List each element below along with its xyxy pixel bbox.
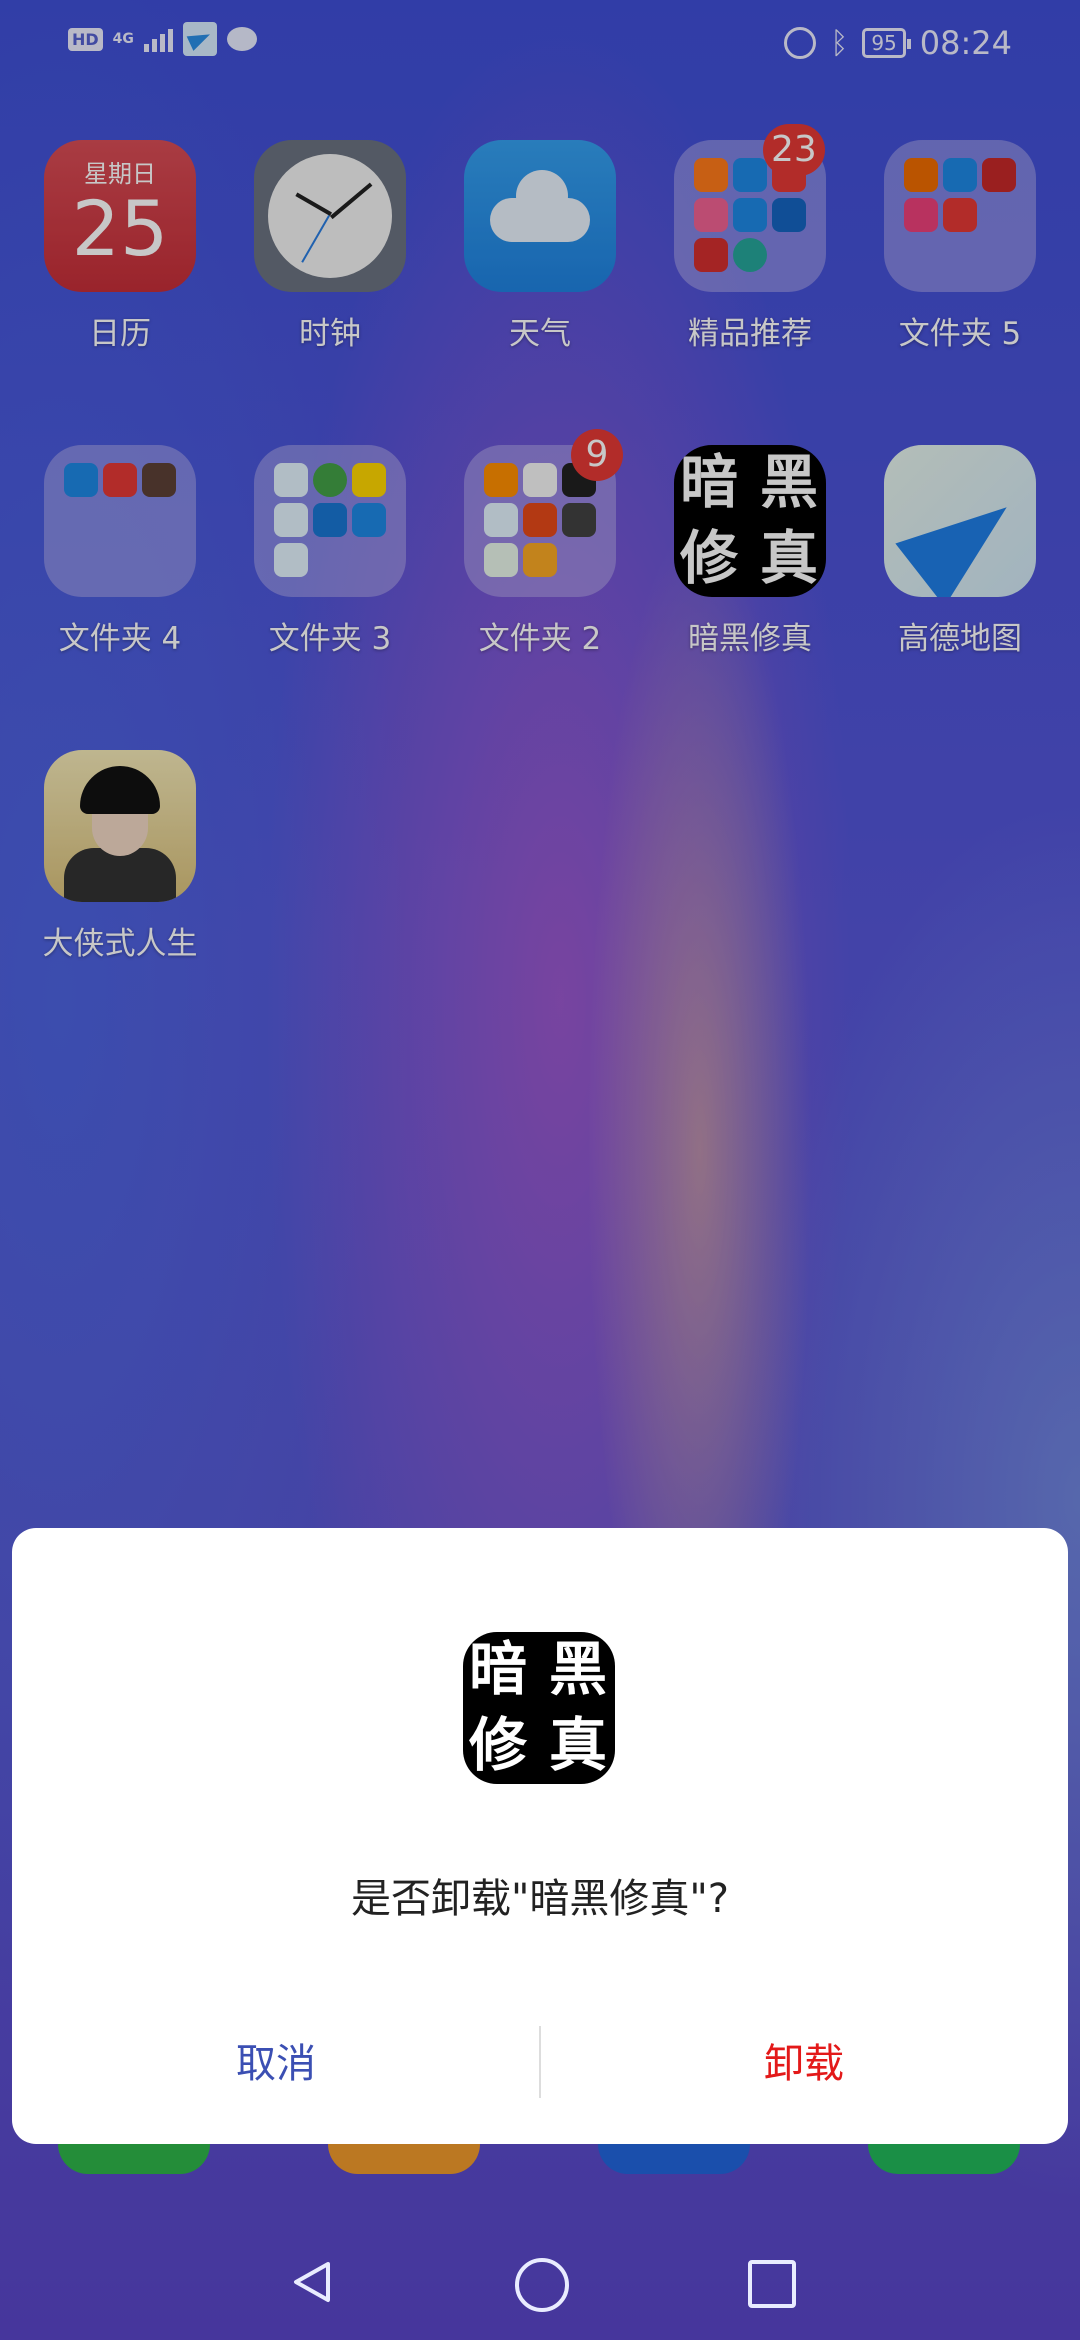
glyph: 真: [549, 1711, 608, 1779]
dialog-question: 是否卸载"暗黑修真"?: [350, 1876, 730, 1922]
home-icon[interactable]: [515, 2258, 569, 2312]
uninstall-dialog: 暗 黑 修 真 是否卸载"暗黑修真"? 取消 卸载: [12, 1528, 1068, 2144]
glyph: 修: [469, 1711, 528, 1779]
uninstall-button[interactable]: 卸载: [540, 2014, 1068, 2114]
back-icon[interactable]: [288, 2258, 336, 2306]
calligraphy-game-icon: 暗 黑 修 真: [463, 1632, 615, 1784]
recents-icon[interactable]: [748, 2260, 796, 2308]
glyph: 黑: [549, 1635, 608, 1703]
glyph: 暗: [469, 1635, 528, 1703]
cancel-button[interactable]: 取消: [12, 2014, 540, 2114]
navigation-bar: [0, 2230, 1080, 2340]
